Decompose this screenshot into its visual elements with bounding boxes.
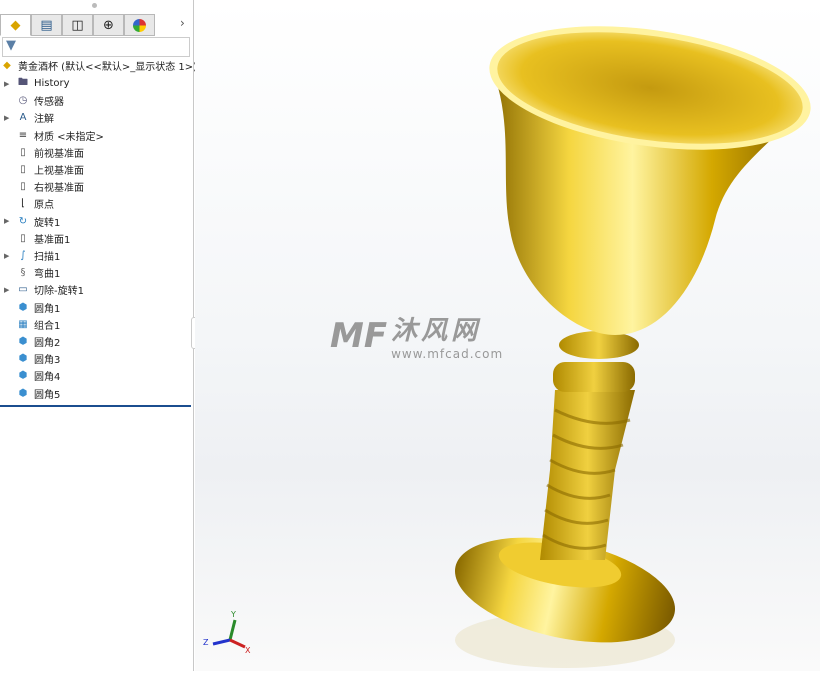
goblet-model: [454, 26, 811, 668]
tree-item-label: 注解: [34, 114, 54, 126]
tree-item[interactable]: § 弯曲1: [0, 264, 61, 281]
tree-item-label: 前视基准面: [34, 148, 84, 160]
tree-item-label: 上视基准面: [34, 166, 84, 177]
tab-configuration-manager[interactable]: ◫: [62, 14, 93, 36]
expand-arrow-icon[interactable]: ▶: [4, 217, 12, 225]
triad-y-label: Y: [231, 610, 236, 619]
triad-x-label: X: [245, 646, 251, 655]
tree-item-label: 组合1: [34, 320, 61, 332]
expand-arrow-icon[interactable]: ▶: [4, 252, 12, 260]
tree-item-label: 传感器: [34, 97, 64, 109]
tree-item-label: 扫描1: [34, 252, 61, 263]
history-folder-icon: 🖿: [18, 77, 28, 88]
expand-arrow-icon[interactable]: ▶: [4, 80, 12, 88]
sweep-icon: ∫: [20, 250, 26, 261]
appearance-ball-icon: [133, 18, 146, 32]
watermark-logo-icon: MF: [330, 315, 388, 356]
filter-bar[interactable]: ▼: [2, 37, 190, 57]
tab-property-manager[interactable]: ▤: [31, 14, 62, 36]
tab-display-manager[interactable]: [124, 14, 155, 36]
fillet-icon: ⬢: [18, 336, 28, 347]
expand-arrow-icon[interactable]: ▶: [4, 286, 12, 294]
config-icon: ◫: [71, 17, 84, 33]
origin-icon: ⌊: [21, 198, 25, 210]
stem-knob: [559, 331, 639, 359]
fillet-icon: ⬢: [18, 353, 28, 365]
filter-icon: ▼: [6, 38, 16, 53]
tree-item-label: History: [34, 78, 70, 89]
tree-item[interactable]: ▶ 🖿 History: [0, 75, 70, 92]
part-icon: ◆: [3, 60, 11, 71]
tree-item[interactable]: ⬢ 圆角4: [0, 367, 61, 384]
tab-feature-manager[interactable]: ◆: [0, 14, 31, 36]
revolve-icon: ↻: [18, 215, 28, 227]
tree-item[interactable]: ▦ 组合1: [0, 316, 60, 333]
cut-revolve-icon: ▭: [18, 284, 28, 296]
tree-item[interactable]: ⬢ 圆角2: [0, 333, 61, 350]
list-icon: ▤: [40, 17, 53, 33]
tree-end-separator: [0, 405, 191, 407]
tree-item[interactable]: ▶ ▭ 切除-旋转1: [0, 281, 84, 298]
tree-item[interactable]: ▶ A 注解: [0, 109, 54, 126]
tree-item-label: 切除-旋转1: [34, 286, 84, 298]
tree-item-label: 圆角2: [34, 338, 61, 349]
fillet-icon: ⬢: [18, 370, 28, 382]
more-tabs-chevron-icon[interactable]: ›: [180, 16, 185, 30]
tree-item[interactable]: ◷ 传感器: [0, 92, 64, 109]
tree-item[interactable]: ▯ 前视基准面: [0, 144, 84, 161]
view-triad: Y Z X: [203, 610, 258, 660]
tree-item[interactable]: ⬢ 圆角3: [0, 350, 61, 367]
tree-item-label: 圆角5: [34, 389, 61, 401]
goblet-stem: [540, 390, 635, 560]
tree-item[interactable]: ≡ 材质 <未指定>: [0, 127, 104, 144]
watermark-name: 沐风网: [391, 316, 482, 346]
panel-grip[interactable]: [92, 3, 97, 8]
tree-item-label: 原点: [34, 200, 54, 212]
tree-item-label: 旋转1: [34, 217, 61, 229]
plane-icon: ▯: [20, 181, 26, 193]
watermark-url: www.mfcad.com: [391, 347, 504, 361]
tree-item-label: 材质 <未指定>: [34, 131, 104, 143]
combine-icon: ▦: [18, 318, 28, 330]
tree-item-label: 右视基准面: [34, 183, 84, 195]
material-icon: ≡: [18, 129, 28, 141]
sensor-folder-icon: ◷: [18, 95, 28, 107]
tree-item[interactable]: ▯ 上视基准面: [0, 161, 84, 178]
tree-item-label: 基准面1: [34, 234, 71, 246]
tree-item[interactable]: ⬢ 圆角1: [0, 299, 61, 316]
part-icon: ◆: [10, 17, 21, 33]
stem-collar: [553, 362, 635, 392]
tree-item[interactable]: ▯ 右视基准面: [0, 178, 84, 195]
fillet-icon: ⬢: [18, 387, 28, 399]
plane-icon: ▯: [20, 146, 26, 158]
triad-z-label: Z: [203, 638, 209, 647]
expand-arrow-icon[interactable]: ▶: [4, 114, 12, 122]
tree-item-label: 圆角3: [34, 355, 61, 367]
tree-item-label: 圆角1: [34, 303, 61, 315]
tree-item-label: 弯曲1: [34, 269, 61, 281]
graphics-viewport[interactable]: Y Z X: [195, 0, 820, 671]
plane-icon: ▯: [20, 232, 26, 244]
tree-item[interactable]: ⌊ 原点: [0, 195, 54, 212]
plane-icon: ▯: [20, 164, 26, 175]
tree-item[interactable]: ▯ 基准面1: [0, 230, 70, 247]
tree-item[interactable]: ▶ ↻ 旋转1: [0, 213, 60, 230]
watermark: MF 沐风网 www.mfcad.com: [330, 310, 504, 362]
crosshair-icon: ⊕: [103, 17, 114, 33]
tree-root[interactable]: ◆ 黄金酒杯 (默认<<默认>_显示状态 1>): [0, 57, 197, 74]
fillet-icon: ⬢: [18, 301, 28, 313]
flex-icon: §: [20, 267, 26, 279]
feature-manager-panel: ◆ ▤ ◫ ⊕ › ▼ ◆ 黄金酒杯 (默认<<默认>_显示状态 1>) ▶ 🖿 H…: [0, 0, 197, 671]
tree-item[interactable]: ▶ ∫ 扫描1: [0, 247, 60, 264]
tab-dimxpert-manager[interactable]: ⊕: [93, 14, 124, 36]
annotation-folder-icon: A: [19, 112, 27, 124]
tree-item[interactable]: ⬢ 圆角5: [0, 385, 61, 402]
manager-tabs: ◆ ▤ ◫ ⊕: [0, 14, 194, 36]
tree-item-label: 圆角4: [34, 372, 61, 384]
tree-root-label: 黄金酒杯 (默认<<默认>_显示状态 1>): [18, 62, 198, 73]
